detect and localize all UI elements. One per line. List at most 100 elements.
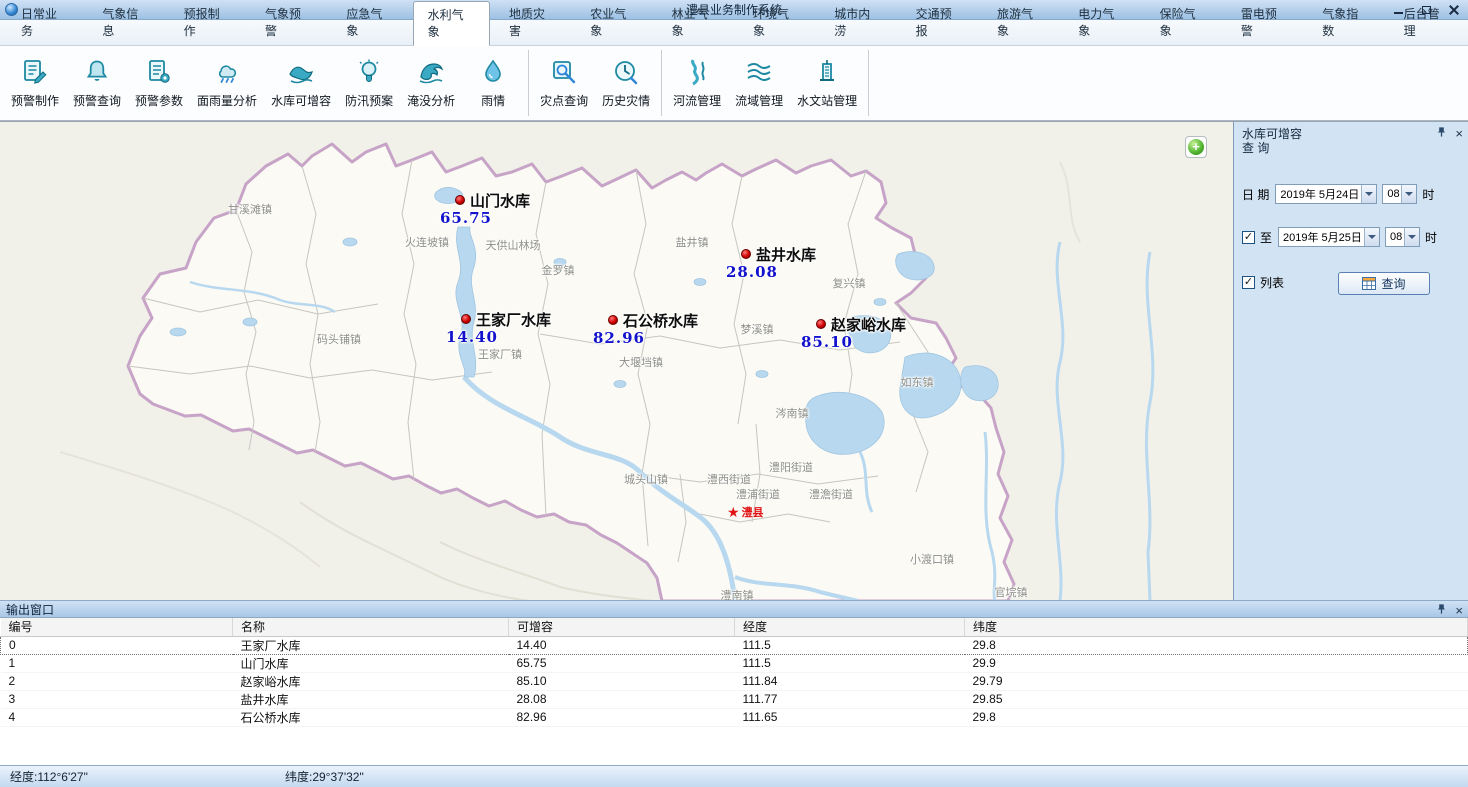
table-row[interactable]: 4石公桥水库82.96111.6529.8 bbox=[1, 708, 1468, 726]
star-icon: ★ bbox=[727, 505, 740, 519]
toolbar-button-label: 水库可增容 bbox=[271, 92, 331, 109]
table-cell: 3 bbox=[1, 690, 233, 708]
town-label: 涔南镇 bbox=[776, 405, 809, 421]
toolbar-group-disaster: 灾点查询 历史灾情 bbox=[528, 50, 657, 116]
menu-item[interactable]: 农业气象 bbox=[575, 0, 652, 45]
toolbar-button[interactable]: 灾点查询 bbox=[533, 53, 595, 113]
pin-icon[interactable] bbox=[1436, 126, 1447, 141]
doc-gear-icon bbox=[144, 57, 174, 87]
menu-item[interactable]: 应急气象 bbox=[331, 0, 408, 45]
menu-item[interactable]: 城市内涝 bbox=[819, 0, 896, 45]
menu-item[interactable]: 电力气象 bbox=[1063, 0, 1140, 45]
app-window: 澧县业务制作系统 日常业务 气象信息 预报制作 气象预警 应急气象 水利气象 地… bbox=[0, 0, 1468, 787]
menu-item[interactable]: 保险气象 bbox=[1145, 0, 1222, 45]
toolbar-button[interactable]: 流域管理 bbox=[728, 53, 790, 113]
menu-item[interactable]: 交通预报 bbox=[901, 0, 978, 45]
basin-icon bbox=[744, 57, 774, 87]
toolbar-button-label: 预警参数 bbox=[135, 92, 183, 109]
pin-icon[interactable] bbox=[1436, 603, 1447, 618]
map-canvas[interactable]: 甘溪滩镇 火连坡镇 天供山林场 金罗镇 盐井镇 复兴镇 码头铺镇 王家厂镇 梦溪… bbox=[0, 121, 1233, 600]
menu-item[interactable]: 雷电预警 bbox=[1226, 0, 1303, 45]
maximize-icon bbox=[1422, 6, 1431, 14]
maximize-button[interactable] bbox=[1412, 0, 1440, 19]
town-label: 天供山林场 bbox=[486, 237, 541, 253]
reservoir-query-panel: 水库可增容 查 询 × 日 期 2019年 5月24日 08 时 ✓ 至 bbox=[1233, 121, 1468, 600]
table-cell: 盐井水库 bbox=[233, 690, 509, 708]
toolbar-button-label: 防汛预案 bbox=[345, 92, 393, 109]
menu-item[interactable]: 气象信息 bbox=[87, 0, 164, 45]
table-row[interactable]: 1山门水库65.75111.529.9 bbox=[1, 654, 1468, 672]
menu-item[interactable]: 地质灾害 bbox=[494, 0, 571, 45]
toolbar-button[interactable]: 河流管理 bbox=[666, 53, 728, 113]
town-label: 小渡口镇 bbox=[910, 551, 954, 567]
town-label: 官垸镇 bbox=[995, 584, 1028, 600]
date-label: 日 期 bbox=[1242, 186, 1269, 203]
menu-item[interactable]: 日常业务 bbox=[6, 0, 83, 45]
map-zoom-in-button[interactable]: + bbox=[1185, 136, 1207, 158]
town-label: 金罗镇 bbox=[542, 262, 575, 278]
reservoir-dot-icon bbox=[741, 249, 751, 259]
rain-drop-icon bbox=[478, 57, 508, 87]
start-date-dropdown[interactable]: 2019年 5月24日 bbox=[1275, 184, 1377, 204]
toolbar-button[interactable]: 预警查询 bbox=[66, 53, 128, 113]
bulb-icon bbox=[354, 57, 384, 87]
town-label: 复兴镇 bbox=[833, 275, 866, 291]
toolbar-button[interactable]: 预警制作 bbox=[4, 53, 66, 113]
output-table: 编号名称可增容经度纬度 0王家厂水库14.40111.529.81山门水库65.… bbox=[0, 618, 1468, 727]
menu-item[interactable]: 林业气象 bbox=[657, 0, 734, 45]
toolbar-button-label: 流域管理 bbox=[735, 92, 783, 109]
toolbar-button[interactable]: 雨情 bbox=[462, 53, 524, 113]
table-cell: 2 bbox=[1, 672, 233, 690]
table-row[interactable]: 3盐井水库28.08111.7729.85 bbox=[1, 690, 1468, 708]
table-cell: 111.65 bbox=[735, 708, 965, 726]
column-header: 编号 bbox=[1, 618, 233, 636]
wave-icon bbox=[286, 57, 316, 87]
menu-item[interactable]: 气象指数 bbox=[1307, 0, 1384, 45]
list-label: 列表 bbox=[1260, 274, 1284, 291]
list-checkbox[interactable]: ✓ bbox=[1242, 276, 1255, 289]
toolbar-button[interactable]: 水文站管理 bbox=[790, 53, 864, 113]
to-label: 至 bbox=[1260, 229, 1272, 246]
menu-item[interactable]: 气象预警 bbox=[250, 0, 327, 45]
to-checkbox[interactable]: ✓ bbox=[1242, 231, 1255, 244]
toolbar-group-manage: 河流管理 流域管理 水文站管理 bbox=[661, 50, 869, 116]
reservoir-dot-icon bbox=[461, 314, 471, 324]
town-label: 梦溪镇 bbox=[741, 321, 774, 337]
panel-close-icon[interactable]: × bbox=[1455, 128, 1463, 140]
menu-item[interactable]: 环境气象 bbox=[738, 0, 815, 45]
toolbar-button[interactable]: 水库可增容 bbox=[264, 53, 338, 113]
toolbar-button[interactable]: 淹没分析 bbox=[400, 53, 462, 113]
table-cell: 29.8 bbox=[965, 708, 1468, 726]
status-bar: 经度:112°6'27" 纬度:29°37'32" bbox=[0, 765, 1468, 787]
toolbar-button[interactable]: 预警参数 bbox=[128, 53, 190, 113]
toolbar-button[interactable]: 历史灾情 bbox=[595, 53, 657, 113]
close-icon bbox=[1449, 5, 1459, 15]
close-button[interactable] bbox=[1440, 0, 1468, 19]
town-label: 甘溪滩镇 bbox=[228, 201, 272, 217]
end-hour-dropdown[interactable]: 08 bbox=[1385, 227, 1420, 247]
table-cell: 14.40 bbox=[509, 636, 735, 654]
menu-item[interactable]: 旅游气象 bbox=[982, 0, 1059, 45]
reservoir-name: 赵家峪水库 bbox=[831, 314, 906, 335]
table-row[interactable]: 0王家厂水库14.40111.529.8 bbox=[1, 636, 1468, 654]
query-button[interactable]: 查询 bbox=[1338, 272, 1430, 295]
toolbar-button-label: 淹没分析 bbox=[407, 92, 455, 109]
table-header-row: 编号名称可增容经度纬度 bbox=[1, 618, 1468, 636]
town-label: 码头铺镇 bbox=[317, 331, 361, 347]
toolbar-button[interactable]: 面雨量分析 bbox=[190, 53, 264, 113]
menu-item[interactable]: 预报制作 bbox=[169, 0, 246, 45]
end-date-dropdown[interactable]: 2019年 5月25日 bbox=[1278, 227, 1380, 247]
output-close-icon[interactable]: × bbox=[1455, 605, 1463, 617]
panel-title: 水库可增容 查 询 bbox=[1242, 127, 1302, 155]
reservoir-dot-icon bbox=[816, 319, 826, 329]
menu-bar: 日常业务 气象信息 预报制作 气象预警 应急气象 水利气象 地质灾害 农业气象 … bbox=[0, 20, 1468, 46]
toolbar-button[interactable]: 防汛预案 bbox=[338, 53, 400, 113]
start-hour-dropdown[interactable]: 08 bbox=[1382, 184, 1417, 204]
status-latitude: 纬度:29°37'32" bbox=[275, 768, 550, 785]
minimize-button[interactable] bbox=[1384, 0, 1412, 19]
menu-item[interactable]: 水利气象 bbox=[413, 1, 490, 46]
chevron-down-icon bbox=[1361, 185, 1376, 203]
town-label: 王家厂镇 bbox=[478, 346, 522, 362]
hydro-station-icon bbox=[812, 57, 842, 87]
table-row[interactable]: 2赵家峪水库85.10111.8429.79 bbox=[1, 672, 1468, 690]
